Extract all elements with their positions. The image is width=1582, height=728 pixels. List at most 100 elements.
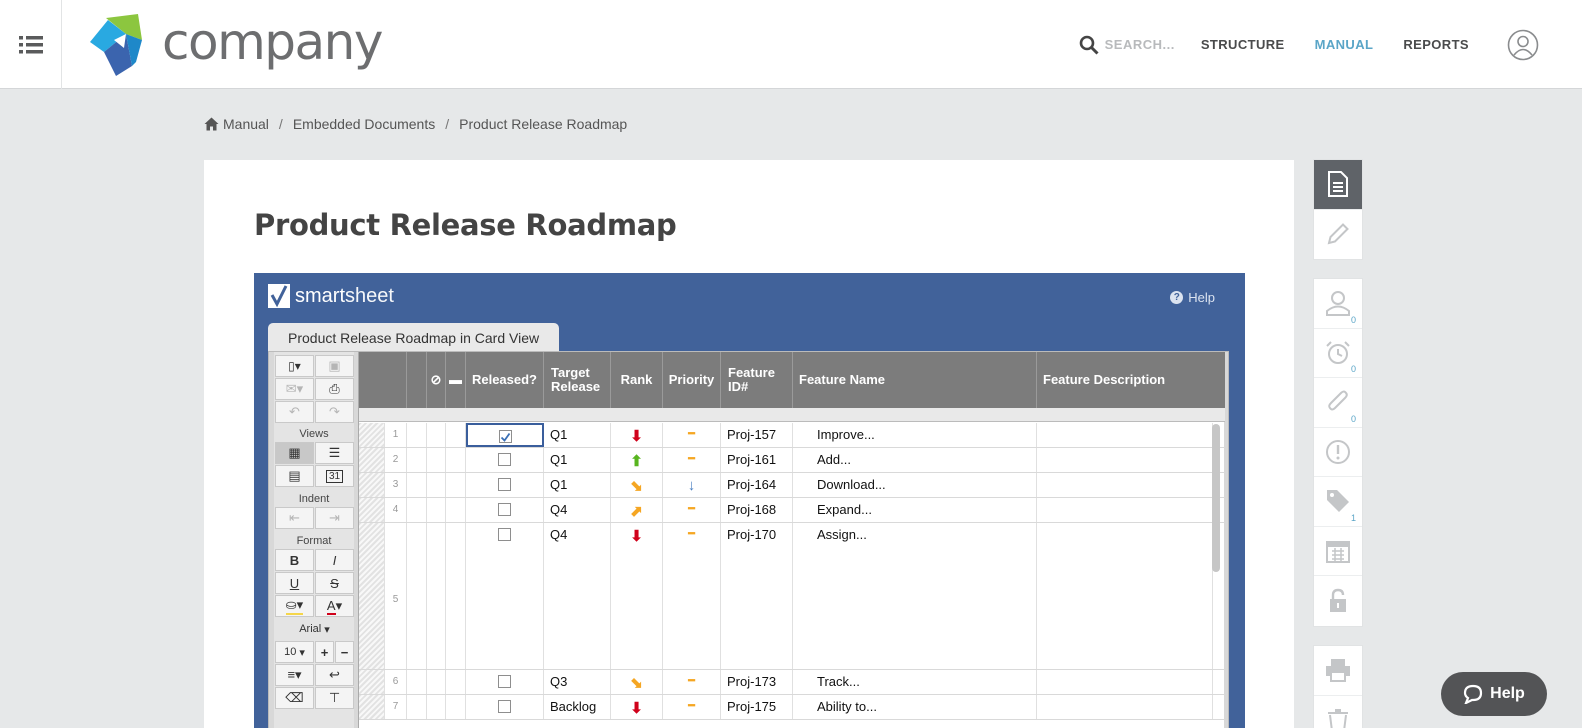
table-cell[interactable]: [407, 498, 427, 522]
table-cell[interactable]: Expand...: [793, 498, 1037, 522]
user-avatar-icon[interactable]: [1507, 29, 1539, 61]
table-cell[interactable]: ⬇: [611, 523, 663, 669]
table-cell[interactable]: [466, 695, 544, 719]
table-cell[interactable]: Assign...: [793, 523, 1037, 669]
underline-button[interactable]: U: [275, 572, 314, 594]
outdent-button[interactable]: ⇤: [275, 507, 314, 529]
checkbox[interactable]: [498, 503, 511, 516]
table-cell[interactable]: ⬊: [611, 670, 663, 694]
table-cell[interactable]: Download...: [793, 473, 1037, 497]
table-cell[interactable]: Proj-173: [721, 670, 793, 694]
view-document-button[interactable]: [1314, 160, 1362, 210]
table-cell[interactable]: Add...: [793, 448, 1037, 472]
table-cell[interactable]: Proj-168: [721, 498, 793, 522]
search-button[interactable]: SEARCH...: [1079, 35, 1175, 55]
smartsheet-help-link[interactable]: ? Help: [1170, 290, 1215, 305]
header-attachments[interactable]: ⊘: [427, 352, 446, 408]
nav-manual[interactable]: MANUAL: [1315, 37, 1374, 52]
bold-button[interactable]: B: [275, 549, 314, 571]
table-cell[interactable]: [466, 423, 544, 447]
table-cell[interactable]: [427, 448, 446, 472]
font-select[interactable]: Arial ▾: [275, 618, 354, 640]
indent-button[interactable]: ⇥: [315, 507, 354, 529]
font-size-decrease-button[interactable]: −: [335, 641, 354, 663]
table-cell[interactable]: [359, 670, 385, 694]
checkbox-checked[interactable]: [498, 430, 512, 443]
table-row[interactable]: 7 Backlog ⬇ ━ Proj-175 Ability to...: [359, 695, 1225, 720]
nav-structure[interactable]: STRUCTURE: [1201, 37, 1285, 52]
breadcrumb-embedded-documents[interactable]: Embedded Documents: [293, 116, 435, 132]
checkbox[interactable]: [498, 453, 511, 466]
table-cell[interactable]: [407, 670, 427, 694]
align-button[interactable]: ≡▾: [275, 664, 314, 686]
table-cell[interactable]: [359, 448, 385, 472]
print-page-button[interactable]: [1314, 646, 1362, 696]
table-cell[interactable]: ━: [663, 448, 721, 472]
table-cell[interactable]: Track...: [793, 670, 1037, 694]
table-cell[interactable]: [446, 695, 466, 719]
table-cell[interactable]: [1037, 523, 1213, 669]
checkbox[interactable]: [498, 675, 511, 688]
table-cell[interactable]: Proj-161: [721, 448, 793, 472]
font-size-select[interactable]: 10 ▾: [275, 641, 314, 663]
table-cell[interactable]: Q4: [544, 523, 611, 669]
menu-button[interactable]: [0, 0, 62, 89]
table-cell[interactable]: ↓: [663, 473, 721, 497]
table-cell[interactable]: [1037, 423, 1213, 447]
sheet-tab[interactable]: Product Release Roadmap in Card View: [268, 323, 560, 353]
table-cell[interactable]: [407, 695, 427, 719]
breadcrumb-manual[interactable]: Manual: [223, 116, 269, 132]
wrap-text-button[interactable]: ↩: [315, 664, 354, 686]
save-button[interactable]: ▣: [315, 355, 354, 377]
home-icon[interactable]: [204, 117, 219, 131]
checkbox[interactable]: [498, 528, 511, 541]
table-cell[interactable]: [466, 523, 544, 669]
table-cell[interactable]: Q1: [544, 423, 611, 447]
header-feature-description[interactable]: Feature Description: [1037, 352, 1225, 408]
table-cell[interactable]: ━: [663, 498, 721, 522]
text-color-button[interactable]: A ▾: [315, 595, 354, 617]
table-cell[interactable]: [1037, 670, 1213, 694]
table-cell[interactable]: [359, 473, 385, 497]
company-logo[interactable]: company: [86, 12, 383, 78]
attachments-button[interactable]: 0: [1314, 378, 1362, 428]
table-cell[interactable]: Proj-170: [721, 523, 793, 669]
table-cell[interactable]: Q1: [544, 448, 611, 472]
table-cell[interactable]: [446, 473, 466, 497]
redo-button[interactable]: ↷: [315, 401, 354, 423]
table-cell[interactable]: ━: [663, 695, 721, 719]
checkbox[interactable]: [498, 700, 511, 713]
table-cell[interactable]: [427, 498, 446, 522]
email-button[interactable]: ✉▾: [275, 378, 314, 400]
header-feature-name[interactable]: Feature Name: [793, 352, 1037, 408]
clear-format-button[interactable]: ⌫: [275, 687, 314, 709]
table-row[interactable]: 2 Q1 ⬆ ━ Proj-161 Add...: [359, 448, 1225, 473]
table-cell[interactable]: [446, 423, 466, 447]
watchers-button[interactable]: 0: [1314, 279, 1362, 329]
header-feature-id[interactable]: Feature ID#: [721, 352, 793, 408]
table-cell[interactable]: [446, 498, 466, 522]
table-cell[interactable]: ⬆: [611, 448, 663, 472]
table-cell[interactable]: [1037, 448, 1213, 472]
reminders-button[interactable]: 0: [1314, 329, 1362, 378]
table-cell[interactable]: Q4: [544, 498, 611, 522]
table-row[interactable]: 1 Q1 ⬇ ━ Proj-157 Improve...: [359, 423, 1225, 448]
table-cell[interactable]: Backlog: [544, 695, 611, 719]
table-row[interactable]: 5 Q4 ⬇ ━ Proj-170 Assign...: [359, 523, 1225, 670]
table-cell[interactable]: [359, 523, 385, 669]
table-cell[interactable]: [427, 423, 446, 447]
help-widget-button[interactable]: Help: [1441, 672, 1547, 716]
table-cell[interactable]: [446, 523, 466, 669]
table-row[interactable]: 6 Q3 ⬊ ━ Proj-173 Track...: [359, 670, 1225, 695]
header-target-release[interactable]: Target Release: [544, 352, 611, 408]
table-cell[interactable]: ━: [663, 670, 721, 694]
table-cell[interactable]: [359, 695, 385, 719]
italic-button[interactable]: I: [315, 549, 354, 571]
table-cell[interactable]: Proj-164: [721, 473, 793, 497]
table-cell[interactable]: [446, 670, 466, 694]
table-cell[interactable]: [407, 473, 427, 497]
calendar-view-button[interactable]: 31: [315, 465, 354, 487]
card-view-button[interactable]: ▤: [275, 465, 314, 487]
header-comments[interactable]: ▬: [446, 352, 466, 408]
table-row[interactable]: 3 Q1 ⬊ ↓ Proj-164 Download...: [359, 473, 1225, 498]
